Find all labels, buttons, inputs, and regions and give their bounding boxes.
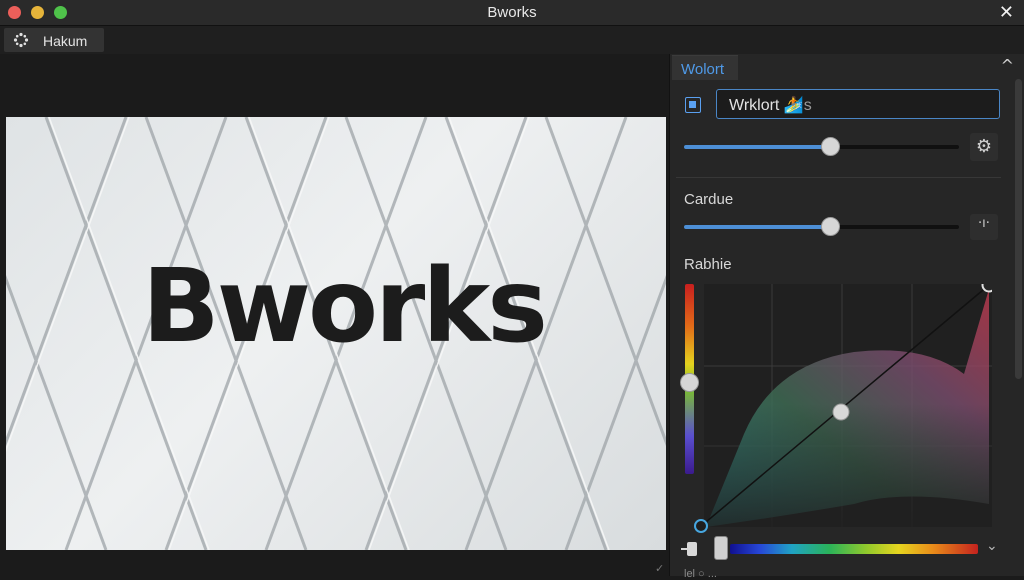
bottom-partial-text: lel ○ ... bbox=[684, 568, 717, 580]
close-icon[interactable]: ✕ bbox=[999, 2, 1014, 23]
curve-editor[interactable] bbox=[704, 284, 992, 527]
layer-checkbox[interactable] bbox=[685, 97, 701, 113]
canvas-area[interactable]: Bworks ✓ bbox=[0, 54, 669, 576]
properties-panel: Wolort ^ Wrklort 🏄s ⚙ Cardue ·ı· Rabhie bbox=[669, 54, 1024, 580]
slider-2-knob[interactable] bbox=[820, 217, 840, 236]
tool-tab-label: Hakum bbox=[43, 33, 88, 49]
slider-1-fill bbox=[684, 145, 830, 149]
chevron-down-icon[interactable]: ⌄ bbox=[986, 538, 998, 554]
chevron-up-icon[interactable]: ^ bbox=[1001, 56, 1014, 75]
app-window: Bworks ✕ Hakum Bworks ✓ Wolort ^ Wrklort… bbox=[0, 0, 1024, 580]
tool-tab-hakum[interactable]: Hakum bbox=[4, 28, 104, 52]
slider-2[interactable] bbox=[684, 217, 959, 236]
loader-icon bbox=[13, 32, 29, 48]
curve-handle-bottom[interactable] bbox=[694, 519, 708, 533]
more-icon[interactable]: ·ı· bbox=[970, 214, 998, 240]
slider-1[interactable] bbox=[684, 137, 959, 156]
divider bbox=[676, 177, 1001, 178]
layer-name-value: Wrklort bbox=[729, 97, 780, 114]
tab-wolort[interactable]: Wolort bbox=[672, 55, 738, 80]
vertical-strip-knob[interactable] bbox=[680, 373, 699, 392]
window-title: Bworks bbox=[487, 4, 537, 21]
curve-handle-top bbox=[981, 284, 992, 293]
panel-scrollbar[interactable] bbox=[1015, 79, 1022, 379]
layer-name-suffix: 🏄s bbox=[783, 97, 812, 114]
hue-gradient-bar[interactable] bbox=[730, 544, 978, 554]
section-label-cardue: Cardue bbox=[684, 191, 734, 208]
check-icon: ✓ bbox=[655, 563, 665, 575]
section-label-rabhie: Rabhie bbox=[684, 256, 732, 273]
curve-handle-mid bbox=[832, 403, 850, 421]
artwork-text: Bworks bbox=[142, 247, 548, 366]
title-bar: Bworks ✕ bbox=[0, 0, 1024, 26]
slider-2-fill bbox=[684, 225, 830, 229]
hue-range-handle-left[interactable] bbox=[681, 542, 697, 556]
slider-1-knob[interactable] bbox=[820, 137, 840, 156]
panel-tab-label: Wolort bbox=[681, 61, 725, 78]
toolbar: Hakum bbox=[0, 26, 1024, 54]
gear-icon[interactable]: ⚙ bbox=[970, 133, 998, 161]
hue-range-handle-right[interactable] bbox=[714, 536, 728, 560]
artwork-image[interactable]: Bworks bbox=[6, 117, 666, 550]
layer-name-field[interactable]: Wrklort 🏄s bbox=[716, 89, 1000, 119]
